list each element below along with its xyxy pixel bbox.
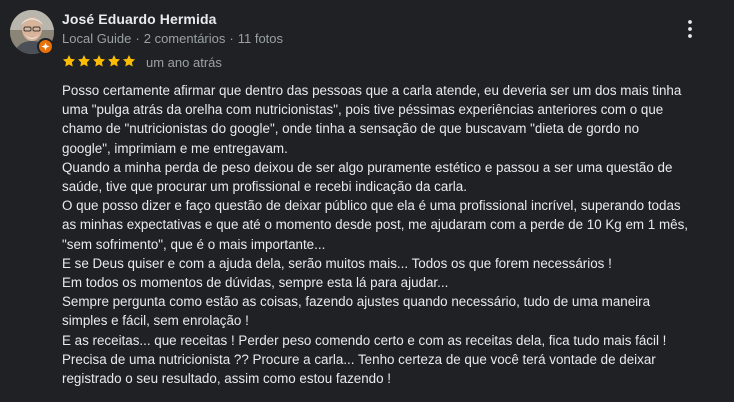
review-text-line: saúde, tive que procurar um profissional… [62, 179, 467, 195]
review-text-line: chamo de "nutricionistas do google", ond… [62, 121, 640, 137]
star-icon [77, 55, 91, 67]
star-rating [62, 54, 137, 68]
more-vert-icon[interactable] [682, 18, 698, 40]
star-icon [62, 55, 76, 67]
local-guide-badge-icon [37, 38, 54, 55]
review-text-line: Posso certamente afirmar que dentro das … [62, 83, 682, 98]
comments-count: 2 comentários [143, 31, 226, 46]
review-text-line: uma "pulga atrás da orelha com nutricion… [62, 102, 664, 118]
review-text-line: simples e fácil, sem enrolação ! [62, 313, 249, 329]
author-name[interactable]: José Eduardo Hermida [62, 11, 217, 27]
author-meta: Local Guide · 2 comentários · 11 fotos [62, 31, 283, 46]
star-icon [107, 55, 121, 67]
review-text: Posso certamente afirmar que dentro das … [62, 81, 722, 388]
review-text-line: google", imprimiam e me entregavam. [62, 140, 288, 156]
star-icon [122, 55, 136, 67]
review-text-line: Precisa de uma nutricionista ?? Procure … [62, 351, 656, 367]
review-time: um ano atrás [146, 55, 222, 70]
review-text-line: "sem sofrimento", que é o mais important… [62, 236, 326, 252]
review-text-line: E as receitas... que receitas ! Perder p… [62, 332, 667, 348]
review-card: José Eduardo Hermida Local Guide · 2 comen… [0, 0, 734, 402]
meta-separator: · [135, 31, 140, 46]
review-text-line: O que posso dizer e faço questão de deix… [62, 198, 681, 214]
photos-count: 11 fotos [237, 31, 284, 46]
review-text-line: Quando a minha perda de peso deixou de s… [62, 159, 673, 175]
review-text-line: registrado o seu resultado, assim como e… [62, 371, 391, 387]
review-text-line: as minhas expectativas e que até o momen… [62, 217, 688, 233]
star-icon [92, 55, 106, 67]
meta-separator: · [229, 31, 234, 46]
local-guide-label: Local Guide [62, 31, 132, 46]
review-text-line: E se Deus quiser e com a ajuda dela, ser… [62, 255, 612, 271]
review-text-line: Em todos os momentos de dúvidas, sempre … [62, 275, 449, 291]
review-text-line: Sempre pergunta como estão as coisas, fa… [62, 294, 651, 310]
